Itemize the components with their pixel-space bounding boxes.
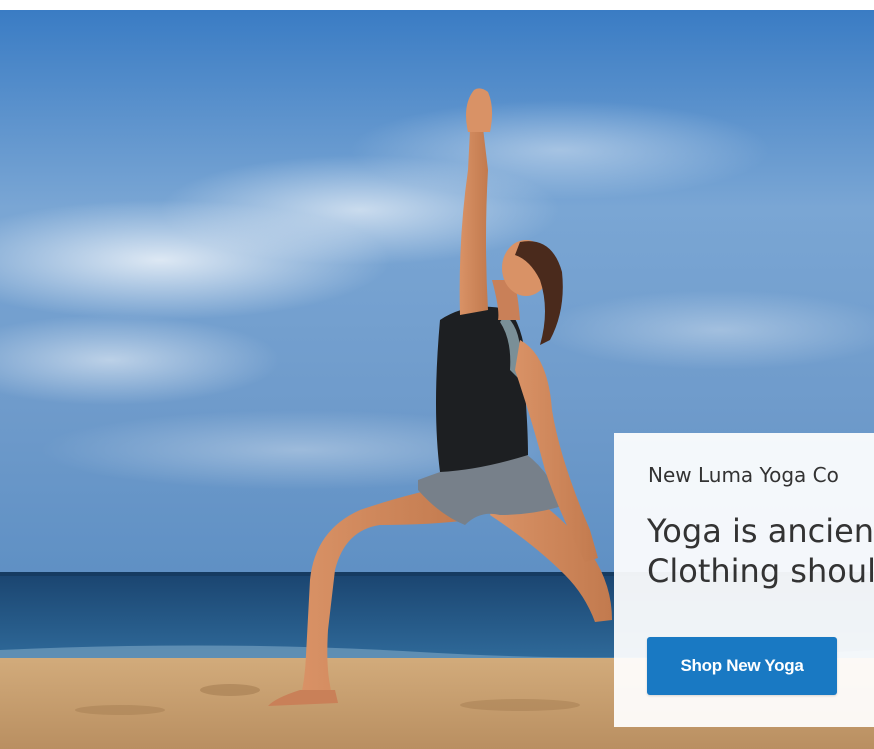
shop-new-yoga-button[interactable]: Shop New Yoga <box>647 637 837 695</box>
promo-headline: Yoga is ancien Clothing shoul <box>647 511 874 591</box>
promo-card: New Luma Yoga Co Yoga is ancien Clothing… <box>614 433 874 727</box>
promo-headline-line-1: Yoga is ancien <box>647 512 874 550</box>
promo-headline-line-2: Clothing shoul <box>647 552 874 590</box>
hero-banner[interactable]: New Luma Yoga Co Yoga is ancien Clothing… <box>0 10 874 749</box>
promo-subtitle: New Luma Yoga Co <box>648 463 839 487</box>
